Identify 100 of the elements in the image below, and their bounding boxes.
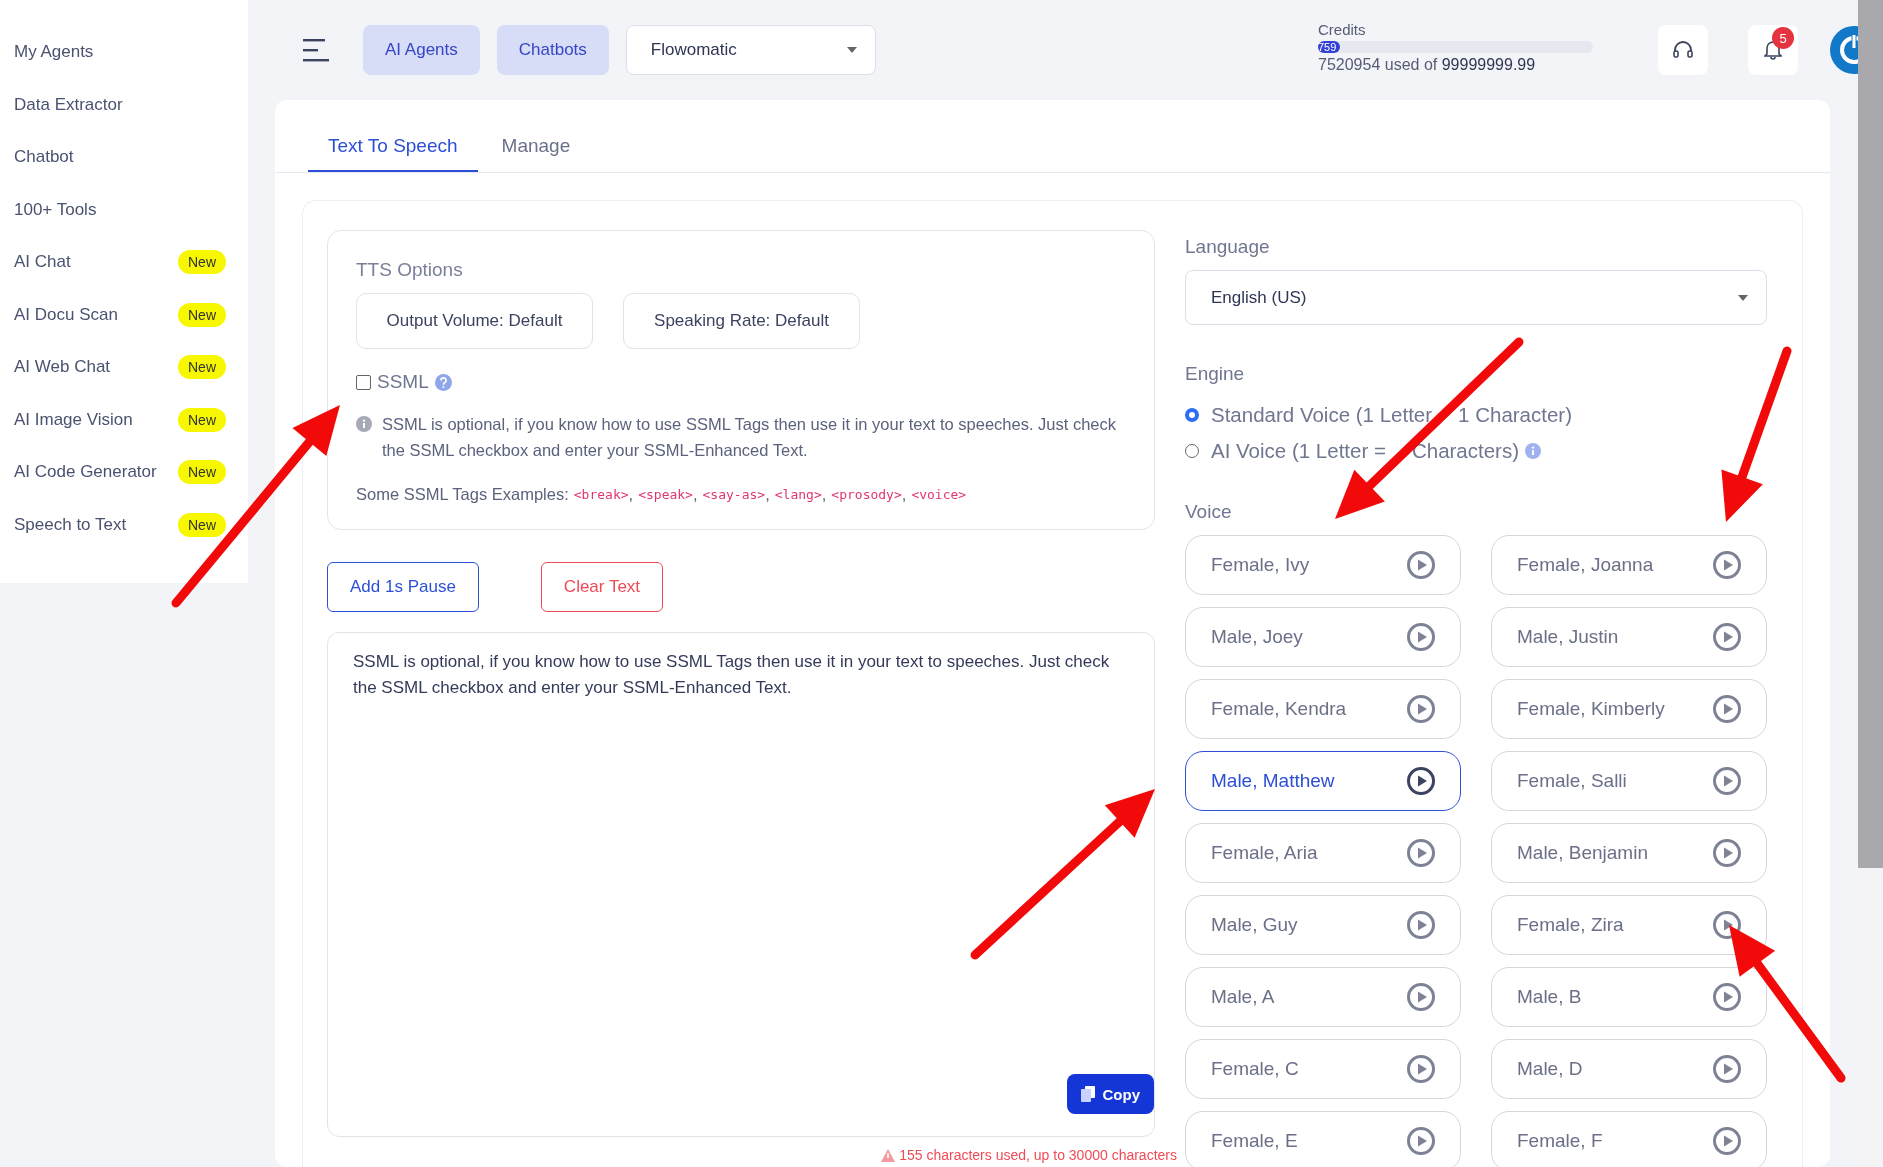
voice-option[interactable]: Female, Zira <box>1491 895 1767 955</box>
voice-option[interactable]: Male, Benjamin <box>1491 823 1767 883</box>
workspace-select[interactable]: Flowomatic <box>625 25 876 75</box>
sidebar-item[interactable]: Data Extractor <box>0 78 248 131</box>
tab[interactable]: Text To Speech <box>308 100 478 172</box>
notifications-button[interactable]: 5 <box>1748 25 1798 75</box>
play-icon <box>1712 766 1742 796</box>
play-icon <box>1406 622 1436 652</box>
ssml-info-text: SSML is optional, if you know how to use SSML Tags then use it in your text to speeches. Just check the SSML checkbox and enter your SSML-Enhanced Text. <box>382 414 1118 461</box>
sidebar-item[interactable]: AI Web Chat New <box>0 341 248 394</box>
sidebar-item[interactable]: AI Docu Scan New <box>0 288 248 341</box>
voice-option[interactable]: Male, B <box>1491 967 1767 1027</box>
credits-usage: 7520954 used of 99999999.99 <box>1318 55 1537 74</box>
play-icon <box>1406 838 1436 868</box>
voice-option[interactable]: Male, Guy <box>1185 895 1461 955</box>
voice-option[interactable]: Male, Justin <box>1491 607 1767 667</box>
tab[interactable]: Manage <box>481 100 591 172</box>
new-badge: New <box>178 302 226 327</box>
menu-icon[interactable] <box>303 38 329 62</box>
play-icon <box>1712 1126 1742 1156</box>
engine-option-label: 1 Character) <box>1458 403 1573 427</box>
ssml-tag: <break> <box>573 486 629 502</box>
sidebar-item[interactable]: Speech to Text New <box>0 498 248 551</box>
ssml-tag: <say-as> <box>702 486 766 502</box>
language-select[interactable]: English (US) <box>1185 270 1767 325</box>
play-icon <box>1406 982 1436 1012</box>
help-icon[interactable] <box>434 373 452 391</box>
sidebar-item[interactable]: AI Image Vision New <box>0 393 248 446</box>
ssml-tag: <lang> <box>774 486 822 502</box>
sidebar-item[interactable]: My Agents <box>0 26 248 79</box>
add-pause-button[interactable]: Add 1s Pause <box>327 562 479 612</box>
sidebar-item[interactable]: AI Chat New <box>0 236 248 289</box>
caret-icon <box>846 47 857 53</box>
separator-comma: , <box>765 484 770 505</box>
copy-button[interactable]: Copy <box>1066 1074 1154 1114</box>
voice-option[interactable]: Female, E <box>1185 1111 1461 1167</box>
engine-radio[interactable] <box>1185 408 1199 422</box>
notification-count: 5 <box>1772 27 1794 49</box>
sidebar-item[interactable]: Chatbot <box>0 131 248 184</box>
examples-label: Some SSML Tags Examples: <box>356 484 569 505</box>
clear-text-button[interactable]: Clear Text <box>540 562 664 612</box>
ssml-tag: <voice> <box>911 486 967 502</box>
scrollbar-thumb[interactable] <box>1858 0 1883 868</box>
sidebar-item[interactable]: 100+ Tools <box>0 183 248 236</box>
engine-option-label: Characters) <box>1411 439 1519 463</box>
play-icon <box>1406 694 1436 724</box>
separator-comma: , <box>628 484 634 505</box>
play-icon <box>1406 766 1436 796</box>
voice-option[interactable]: Male, Joey <box>1185 607 1461 667</box>
voice-option[interactable]: Female, Salli <box>1491 751 1767 811</box>
voice-option[interactable]: Male, Matthew <box>1185 751 1461 811</box>
separator-comma: , <box>901 484 907 505</box>
nav-button[interactable]: AI Agents <box>363 25 480 75</box>
voice-label: Voice <box>1185 501 1233 523</box>
play-icon <box>1712 910 1742 940</box>
support-button[interactable] <box>1658 25 1708 75</box>
ssml-label: SSML <box>377 371 429 393</box>
credits-fill: 759 <box>1318 40 1340 53</box>
voice-option[interactable]: Female, Kimberly <box>1491 679 1767 739</box>
info-icon <box>1525 443 1541 459</box>
separator-comma: , <box>692 484 698 505</box>
play-icon <box>1712 694 1742 724</box>
engine-option-label: AI Voice (1 Letter = <box>1211 439 1386 463</box>
engine-label: Engine <box>1185 363 1246 385</box>
headset-icon <box>1672 40 1694 60</box>
sidebar-item[interactable]: AI Code Generator New <box>0 446 248 499</box>
new-badge: New <box>178 512 226 537</box>
ssml-tag: <speak> <box>638 486 693 502</box>
character-counter: 155 characters used, up to 30000 characters <box>899 1147 1177 1163</box>
info-icon <box>356 416 372 432</box>
play-icon <box>1406 550 1436 580</box>
new-badge: New <box>178 460 226 485</box>
option-button[interactable]: Speaking Rate: Default <box>623 293 860 349</box>
voice-option[interactable]: Female, Ivy <box>1185 535 1461 595</box>
ssml-checkbox[interactable] <box>356 374 371 390</box>
play-icon <box>1406 1054 1436 1084</box>
copy-icon <box>1080 1086 1095 1102</box>
voice-option[interactable]: Female, F <box>1491 1111 1767 1167</box>
nav-button[interactable]: Chatbots <box>496 25 609 75</box>
engine-option-label: Standard Voice (1 Letter <box>1211 403 1433 427</box>
separator-comma: , <box>821 484 827 505</box>
voice-option[interactable]: Male, A <box>1185 967 1461 1027</box>
option-button[interactable]: Output Volume: Default <box>356 293 593 349</box>
play-icon <box>1712 550 1742 580</box>
voice-option[interactable]: Female, Joanna <box>1491 535 1767 595</box>
voice-option[interactable]: Male, D <box>1491 1039 1767 1099</box>
voice-option[interactable]: Female, C <box>1185 1039 1461 1099</box>
caret-icon <box>1738 294 1748 301</box>
play-icon <box>1406 1126 1436 1156</box>
credits-label: Credits <box>1318 20 1367 38</box>
warning-icon <box>881 1148 896 1162</box>
voice-option[interactable]: Female, Kendra <box>1185 679 1461 739</box>
language-label: Language <box>1185 236 1271 258</box>
play-icon <box>1712 1054 1742 1084</box>
new-badge: New <box>178 355 226 380</box>
voice-option[interactable]: Female, Aria <box>1185 823 1461 883</box>
bell-icon <box>1764 40 1782 60</box>
editor-text: SSML is optional, if you know how to use SSML Tags then use it in your text to speeches. Just check the SSML checkbox and enter your SSML-Enhanced Text. <box>353 651 1111 699</box>
play-icon <box>1712 622 1742 652</box>
play-icon <box>1406 910 1436 940</box>
